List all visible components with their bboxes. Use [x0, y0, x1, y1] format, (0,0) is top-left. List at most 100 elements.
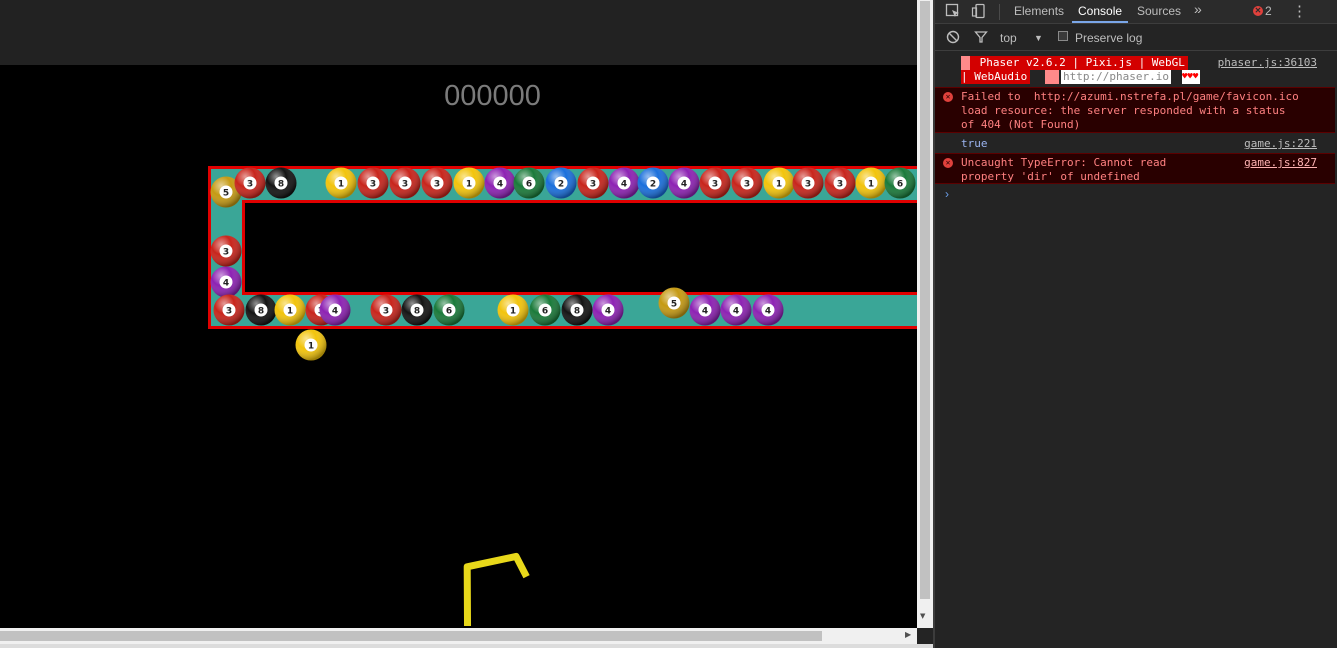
- ball-number: 1: [287, 307, 293, 317]
- more-tabs-icon[interactable]: »: [1194, 1, 1202, 17]
- error-icon: ✕: [943, 158, 953, 168]
- clear-console-icon[interactable]: [946, 30, 960, 44]
- error-count-icon[interactable]: ✕: [1253, 6, 1263, 16]
- ball-number: 3: [837, 180, 843, 190]
- ball-number: 3: [247, 180, 253, 190]
- ball-3: 3: [213, 294, 245, 326]
- ball-8: 8: [265, 167, 297, 199]
- ball-3: 3: [731, 167, 763, 199]
- active-tab-indicator: [1072, 21, 1128, 23]
- tab-sources[interactable]: Sources: [1137, 4, 1181, 18]
- devtools-tabbar: Elements Console Sources » ✕ 2 ⋮: [935, 0, 1337, 24]
- message-source-link[interactable]: phaser.js:36103: [1218, 56, 1317, 70]
- horizontal-scroll-thumb[interactable]: [0, 631, 822, 641]
- ball-number: 1: [868, 180, 874, 190]
- ball-3: 3: [577, 167, 609, 199]
- ball-number: 2: [558, 180, 564, 190]
- ball-number: 4: [605, 307, 611, 317]
- ball-3: 3: [824, 167, 856, 199]
- tab-elements[interactable]: Elements: [1014, 4, 1064, 18]
- ball-number: 4: [765, 307, 771, 317]
- ball-4: 4: [484, 167, 516, 199]
- ball-number: 3: [226, 307, 232, 317]
- ball-number: 8: [574, 307, 580, 317]
- scroll-right-arrow-icon[interactable]: ▶: [905, 630, 911, 639]
- ball-number: 4: [733, 307, 739, 317]
- filter-icon[interactable]: [974, 30, 988, 44]
- ball-number: 3: [590, 180, 596, 190]
- ball-3: 3: [234, 167, 266, 199]
- ball-number: 8: [414, 307, 420, 317]
- ball-number: 2: [650, 180, 656, 190]
- ball-3: 3: [421, 167, 453, 199]
- vertical-scroll-thumb[interactable]: [920, 1, 930, 599]
- game-board[interactable]: 5381333146234243313316343813438616845444…: [0, 0, 917, 628]
- ball-3: 3: [370, 294, 402, 326]
- ball-4: 4: [592, 294, 624, 326]
- ball-4: 4: [319, 294, 351, 326]
- ball-number: 6: [446, 307, 452, 317]
- game-viewport[interactable]: 000000 538133314623424331331634381343861…: [0, 0, 917, 648]
- inspect-element-icon[interactable]: [945, 3, 961, 19]
- ball-3: 3: [357, 167, 389, 199]
- status-strip: [0, 644, 935, 648]
- ball-number: 3: [434, 180, 440, 190]
- ball-number: 3: [744, 180, 750, 190]
- tab-console[interactable]: Console: [1078, 4, 1122, 18]
- error-icon: ✕: [943, 92, 953, 102]
- phaser-badge-light-2: [1045, 70, 1059, 84]
- ball-number: 4: [332, 307, 338, 317]
- context-selector[interactable]: top: [1000, 31, 1017, 45]
- ball-number: 5: [671, 300, 677, 310]
- ball-8: 8: [401, 294, 433, 326]
- launcher-frame: [463, 552, 530, 627]
- ball-5: 5: [658, 287, 690, 319]
- message-source-link[interactable]: game.js:827: [1244, 156, 1317, 170]
- ball-6: 6: [433, 294, 465, 326]
- console-message: Phaser v2.6.2 | Pixi.js | WebGL | WebAud…: [935, 54, 1335, 86]
- ball-2: 2: [637, 167, 669, 199]
- horizontal-scrollbar[interactable]: ▶: [0, 628, 917, 644]
- ball-number: 3: [402, 180, 408, 190]
- phaser-banner-line1: Phaser v2.6.2 | Pixi.js | WebGL: [970, 56, 1188, 70]
- track-inner-void: [245, 203, 917, 292]
- ball-number: 8: [278, 180, 284, 190]
- device-toolbar-icon[interactable]: [971, 3, 987, 19]
- ball-6: 6: [884, 167, 916, 199]
- devtools-menu-icon[interactable]: ⋮: [1292, 2, 1307, 20]
- message-source-link[interactable]: game.js:221: [1244, 137, 1317, 151]
- phaser-hearts: ♥♥♥: [1182, 70, 1201, 84]
- ball-1: 1: [325, 167, 357, 199]
- ball-number: 1: [338, 180, 344, 190]
- preserve-log-checkbox[interactable]: [1058, 31, 1068, 41]
- console-toolbar: top ▼ Preserve log: [935, 25, 1337, 51]
- console-error-message: ✕ Uncaught TypeError: Cannot read proper…: [935, 153, 1335, 184]
- phaser-link[interactable]: http://phaser.io: [1061, 70, 1171, 84]
- ball-number: 4: [223, 279, 229, 289]
- console-error-message: ✕ Failed to http://azumi.nstrefa.pl/game…: [935, 87, 1335, 133]
- ball-1: 1: [763, 167, 795, 199]
- error-line3: of 404 (Not Found): [961, 118, 1081, 131]
- launcher: [463, 552, 530, 627]
- ball-4: 4: [210, 266, 242, 298]
- ball-1: 1: [295, 329, 327, 361]
- ball-number: 1: [510, 307, 516, 317]
- ball-number: 6: [526, 180, 532, 190]
- console-message: true game.js:221: [935, 135, 1335, 152]
- ball-number: 5: [223, 189, 229, 199]
- scroll-down-arrow-icon[interactable]: ▼: [920, 612, 925, 620]
- ball-4: 4: [668, 167, 700, 199]
- context-dropdown-icon[interactable]: ▼: [1034, 33, 1043, 43]
- error-count[interactable]: 2: [1265, 4, 1272, 18]
- error-line2: property 'dir' of undefined: [961, 170, 1140, 183]
- preserve-log-label[interactable]: Preserve log: [1075, 31, 1142, 45]
- phaser-banner-line2: | WebAudio: [961, 70, 1031, 84]
- ball-6: 6: [513, 167, 545, 199]
- ball-number: 3: [370, 180, 376, 190]
- ball-number: 4: [702, 307, 708, 317]
- console-prompt-icon[interactable]: ›: [945, 187, 949, 201]
- ball-6: 6: [529, 294, 561, 326]
- ball-number: 3: [712, 180, 718, 190]
- vertical-scrollbar[interactable]: ▲ ▼: [917, 0, 933, 628]
- ball-3: 3: [389, 167, 421, 199]
